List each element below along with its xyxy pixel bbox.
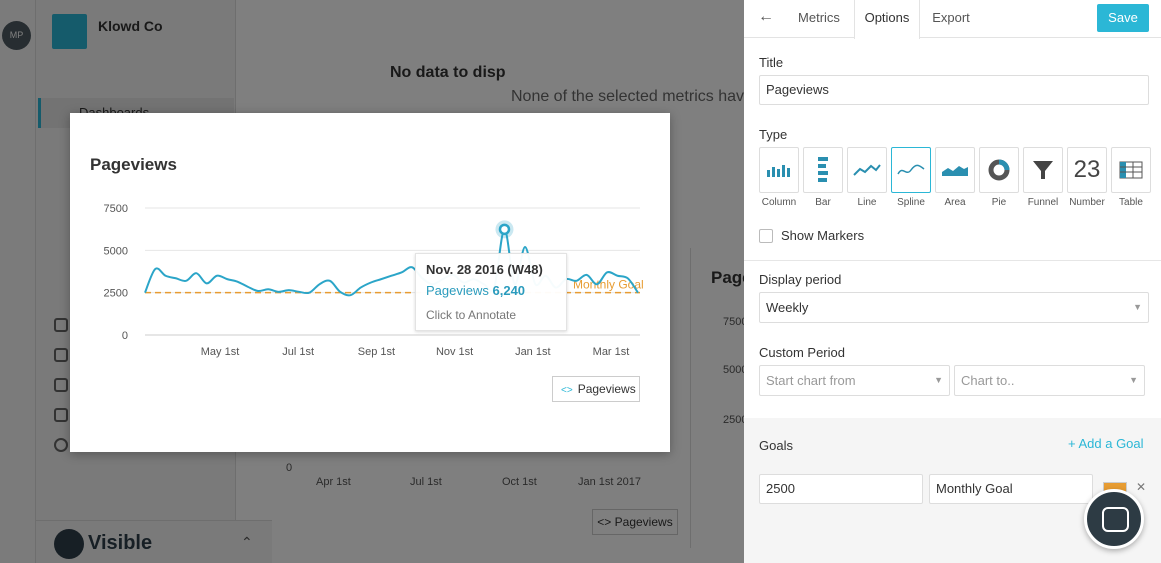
type-option-pie[interactable]: Pie xyxy=(979,147,1019,208)
x-tick-label: Sep 1st xyxy=(358,346,395,358)
start-date-placeholder: Start chart from xyxy=(766,373,856,388)
type-label-table: Table xyxy=(1119,197,1143,208)
end-date-placeholder: Chart to.. xyxy=(961,373,1015,388)
type-label-area: Area xyxy=(944,197,966,208)
type-option-column[interactable]: Column xyxy=(759,147,799,208)
tooltip-value: 6,240 xyxy=(492,283,526,298)
area-chart-icon xyxy=(935,147,975,193)
type-option-bar[interactable]: Bar xyxy=(803,147,843,208)
goal-value-input[interactable]: 2500 xyxy=(759,474,923,504)
type-label-funnel: Funnel xyxy=(1027,197,1059,208)
display-period-select[interactable]: Weekly ▼ xyxy=(759,292,1149,323)
x-tick-label: Jul 1st xyxy=(282,346,314,358)
display-period-label: Display period xyxy=(759,272,842,287)
chevron-down-icon: ▼ xyxy=(1133,302,1142,312)
tab-metrics[interactable]: Metrics xyxy=(784,0,854,38)
pie-chart-icon xyxy=(979,147,1019,193)
back-arrow-icon[interactable]: ← xyxy=(758,8,774,26)
chart-title: Pageviews xyxy=(90,155,177,174)
bar-chart-icon xyxy=(803,147,843,193)
y-tick-label: 0 xyxy=(122,330,128,342)
type-option-area[interactable]: Area xyxy=(935,147,975,208)
show-markers-checkbox[interactable] xyxy=(759,229,773,243)
tooltip-annotate-hint[interactable]: Click to Annotate xyxy=(426,308,556,322)
tooltip-series: Pageviews 6,240 xyxy=(426,283,556,298)
legend-label: Pageviews xyxy=(577,382,636,396)
end-date-select[interactable]: Chart to.. ▼ xyxy=(954,365,1145,396)
section-divider xyxy=(744,260,1161,261)
spline-chart-icon xyxy=(891,147,931,193)
tooltip-date: Nov. 28 2016 (W48) xyxy=(426,262,543,277)
number-chart-icon: 23 xyxy=(1067,147,1107,193)
x-tick-label: Jan 1st xyxy=(515,346,550,358)
chevron-down-icon: ▼ xyxy=(934,375,943,385)
title-input[interactable]: Pageviews xyxy=(759,75,1149,105)
highlight-point xyxy=(498,223,511,236)
tab-export[interactable]: Export xyxy=(920,0,982,38)
save-button[interactable]: Save xyxy=(1097,4,1149,32)
line-chart-icon xyxy=(847,147,887,193)
table-chart-icon xyxy=(1111,147,1151,193)
chart-preview-modal: Pageviews 7500 5000 2500 0 May 1st Jul 1st Sep… xyxy=(70,113,670,452)
tab-options[interactable]: Options xyxy=(854,0,920,39)
type-option-number[interactable]: 23 Number xyxy=(1067,147,1107,208)
type-option-funnel[interactable]: Funnel xyxy=(1023,147,1063,208)
show-markers-label: Show Markers xyxy=(781,228,865,243)
tooltip-series-name: Pageviews xyxy=(426,283,489,298)
chart-tooltip[interactable]: Nov. 28 2016 (W48) Pageviews 6,240 Click… xyxy=(415,253,567,331)
y-tick-label: 2500 xyxy=(104,288,128,300)
type-option-spline[interactable]: Spline xyxy=(891,147,931,208)
y-tick-label: 5000 xyxy=(104,245,128,257)
type-label-pie: Pie xyxy=(991,197,1007,208)
spline-icon: <> xyxy=(561,385,573,396)
panel-tabs: ← Metrics Options Export Save xyxy=(744,0,1161,39)
y-tick-label: 7500 xyxy=(104,203,128,215)
title-label: Title xyxy=(759,55,784,70)
type-label-line: Line xyxy=(857,197,877,208)
chart-options-panel: ← Metrics Options Export Save Title Page… xyxy=(744,0,1161,563)
chat-launcher-button[interactable] xyxy=(1084,489,1144,549)
start-date-select[interactable]: Start chart from ▼ xyxy=(759,365,950,396)
x-tick-label: Nov 1st xyxy=(436,346,473,358)
type-option-table[interactable]: Table xyxy=(1111,147,1151,208)
number-glyph: 23 xyxy=(1073,156,1101,183)
x-tick-label: Mar 1st xyxy=(593,346,630,358)
goal-name-input[interactable]: Monthly Goal xyxy=(929,474,1093,504)
type-label: Type xyxy=(759,127,788,142)
chat-icon xyxy=(1102,507,1129,532)
type-label-number: Number xyxy=(1069,197,1105,208)
type-option-line[interactable]: Line xyxy=(847,147,887,208)
chevron-down-icon: ▼ xyxy=(1129,375,1138,385)
x-tick-label: May 1st xyxy=(201,346,240,358)
display-period-value: Weekly xyxy=(766,300,809,315)
custom-period-label: Custom Period xyxy=(759,345,845,360)
funnel-chart-icon xyxy=(1023,147,1063,193)
goals-label: Goals xyxy=(759,438,793,453)
legend-toggle-button[interactable]: <> Pageviews xyxy=(552,376,640,402)
type-label-column: Column xyxy=(761,197,797,208)
pageviews-chart[interactable]: 7500 5000 2500 0 May 1st Jul 1st Sep 1st Nov 1s… xyxy=(70,183,670,383)
column-chart-icon xyxy=(759,147,799,193)
add-goal-link[interactable]: + Add a Goal xyxy=(1068,436,1144,451)
type-label-spline: Spline xyxy=(897,197,925,208)
remove-goal-icon[interactable]: ✕ xyxy=(1136,480,1146,494)
type-label-bar: Bar xyxy=(815,197,831,208)
